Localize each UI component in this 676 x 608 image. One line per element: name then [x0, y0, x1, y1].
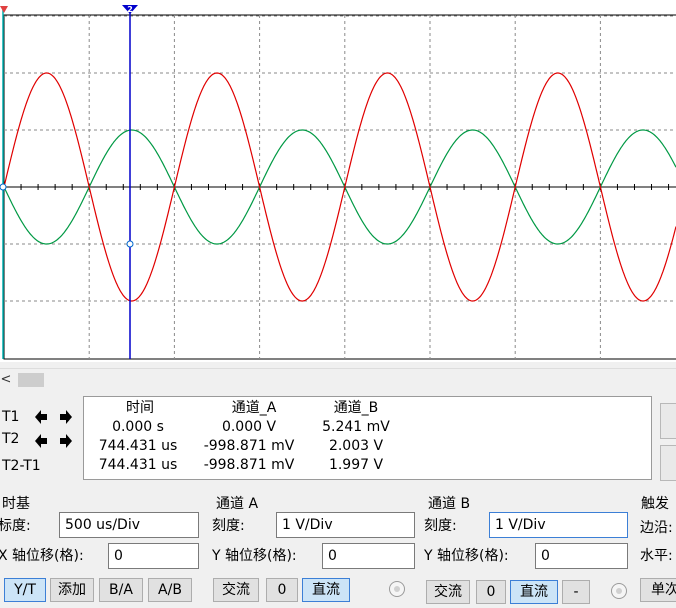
header-channel-a: 通道_A [231, 400, 277, 416]
channel-b-radio[interactable] [611, 583, 627, 599]
delta-time: 744.431 us [98, 457, 178, 473]
t1-channel-b: 5.241 mV [322, 419, 390, 435]
channel-a-ypos-label: Y 轴位移(格): [212, 548, 297, 564]
cursor-2-marker-label: 2 [127, 5, 133, 14]
trigger-title: 触发 [641, 496, 669, 512]
channel-a-dc-button[interactable]: 直流 [302, 578, 350, 602]
channel-b-minus-button[interactable]: - [562, 580, 590, 604]
t2-channel-a: -998.871 mV [203, 438, 295, 454]
channel-a-ypos-input[interactable]: 0 [322, 543, 415, 569]
trigger-single-button[interactable]: 单次 [640, 578, 676, 602]
time-scrollbar[interactable]: < [0, 368, 676, 391]
cursor-1-marker-icon [0, 6, 8, 13]
channel-b-zero-button[interactable]: 0 [476, 580, 506, 604]
channel-b-ypos-input[interactable]: 0 [535, 543, 628, 569]
timebase-title: 时基 [2, 496, 30, 512]
cursor-label-t2: T2 [2, 431, 20, 447]
timebase-xpos-label: X 轴位移(格): [0, 548, 84, 564]
trigger-edge-label: 边沿: [640, 520, 673, 536]
t1-right-arrow-icon[interactable] [55, 407, 75, 427]
cursor-label-t2-t1: T2-T1 [2, 458, 41, 474]
header-channel-b: 通道_B [333, 400, 379, 416]
delta-channel-b: 1.997 V [328, 457, 384, 473]
ab-mode-button[interactable]: A/B [148, 578, 192, 602]
cursor-1-point [0, 183, 7, 191]
measurement-readout: 时间 通道_A 通道_B 0.000 s 0.000 V 5.241 mV 74… [83, 396, 652, 480]
oscilloscope-display[interactable]: 2 [0, 0, 676, 362]
scroll-left-arrow[interactable]: < [0, 372, 12, 388]
t2-right-arrow-icon[interactable] [55, 431, 75, 451]
channel-a-zero-button[interactable]: 0 [266, 578, 298, 602]
channel-b-title: 通道 B [428, 496, 471, 512]
delta-channel-a: -998.871 mV [203, 457, 295, 473]
t1-time: 0.000 s [112, 419, 164, 435]
add-mode-button[interactable]: 添加 [50, 578, 94, 602]
timebase-scale-input[interactable]: 500 us/Div [59, 512, 199, 538]
channel-b-ac-button[interactable]: 交流 [426, 580, 470, 604]
reverse-button[interactable] [660, 403, 676, 439]
timebase-xpos-input[interactable]: 0 [108, 543, 199, 569]
channel-a-scale-label: 刻度: [212, 518, 245, 534]
cursor-label-t1: T1 [2, 409, 20, 425]
save-button[interactable] [660, 445, 676, 481]
timebase-scale-label: 标度: [0, 518, 31, 534]
ba-mode-button[interactable]: B/A [99, 578, 143, 602]
cursor-2-point [126, 240, 134, 248]
t1-channel-a: 0.000 V [221, 419, 277, 435]
channel-b-scale-input[interactable]: 1 V/Div [489, 512, 628, 538]
channel-b-ypos-label: Y 轴位移(格): [424, 548, 509, 564]
t1-left-arrow-icon[interactable] [32, 407, 52, 427]
header-time: 时间 [126, 400, 154, 416]
channel-a-title: 通道 A [216, 496, 259, 512]
t2-channel-b: 2.003 V [328, 438, 384, 454]
scroll-thumb[interactable] [18, 373, 44, 387]
channel-a-radio[interactable] [389, 581, 405, 597]
channel-b-dc-button[interactable]: 直流 [510, 580, 558, 604]
scope-canvas: 2 [0, 5, 676, 360]
t2-time: 744.431 us [98, 438, 178, 454]
trigger-level-label: 水平: [640, 548, 673, 564]
channel-b-scale-label: 刻度: [424, 518, 457, 534]
yt-mode-button[interactable]: Y/T [4, 578, 46, 602]
channel-a-ac-button[interactable]: 交流 [213, 578, 259, 602]
channel-a-scale-input[interactable]: 1 V/Div [276, 512, 415, 538]
t2-left-arrow-icon[interactable] [32, 431, 52, 451]
